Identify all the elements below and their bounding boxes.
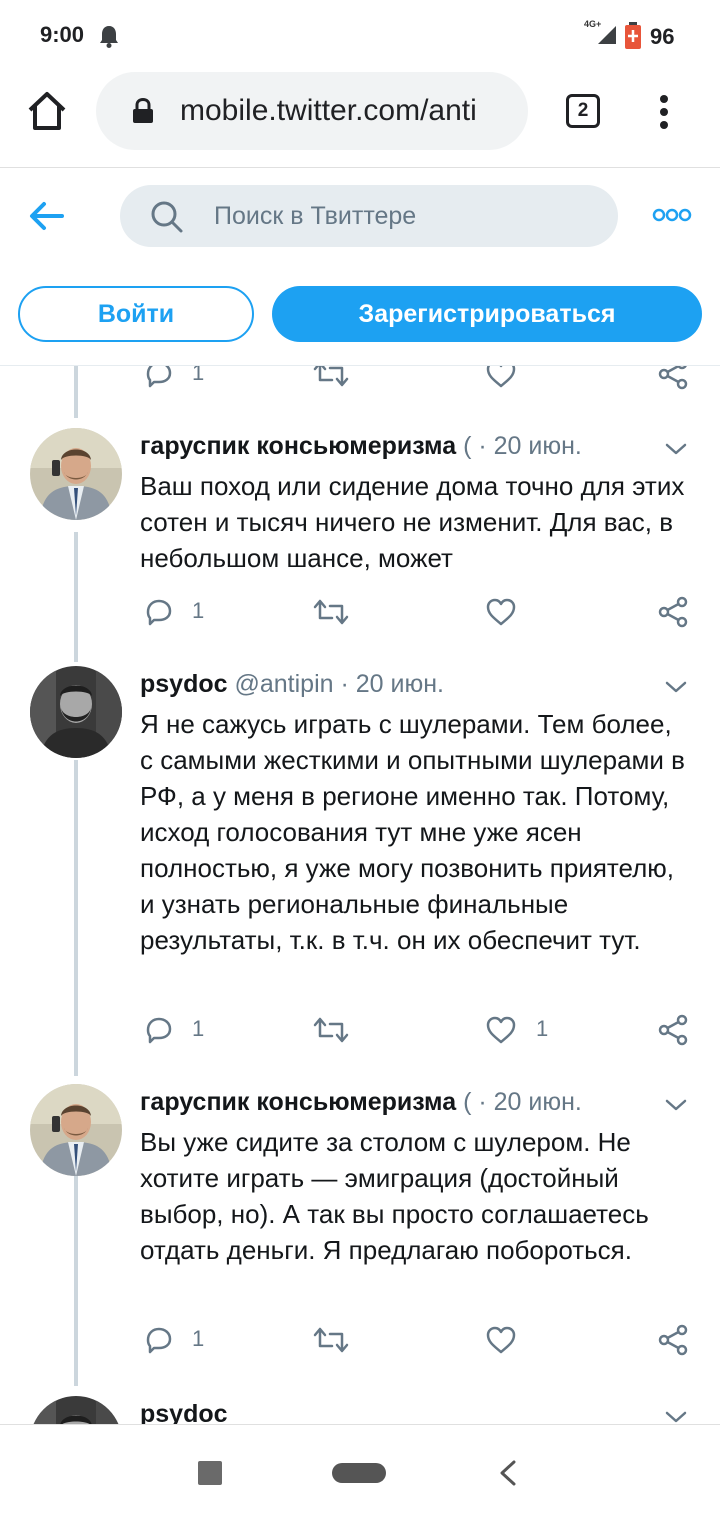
share-icon[interactable]: [656, 366, 690, 390]
search-placeholder: Поиск в Твиттере: [214, 202, 417, 230]
reply-icon[interactable]: [142, 366, 176, 390]
tweet-actions: 1 1: [0, 1014, 720, 1050]
reply-count: 1: [192, 366, 205, 385]
more-options-icon[interactable]: [652, 206, 692, 224]
like-icon[interactable]: [484, 596, 518, 628]
tweet-header: psydoc @antipin · 20 июн.: [140, 670, 660, 704]
tweet-date[interactable]: 20 июн.: [494, 432, 582, 460]
author-name[interactable]: гаруспик консьюмеризма: [140, 432, 456, 460]
signup-button[interactable]: Зарегистрироваться: [272, 286, 702, 342]
author-name[interactable]: psydoc: [140, 670, 228, 698]
status-bar: 9:00 4G+ 96: [0, 0, 720, 70]
signal-icon: [598, 26, 616, 44]
home-gesture-button[interactable]: [332, 1463, 386, 1483]
reply-count: 1: [192, 598, 205, 623]
twitter-header: Поиск в Твиттере Войти Зарегистрироватьс…: [0, 168, 720, 366]
tweet-actions: 1: [0, 366, 720, 394]
author-name[interactable]: psydoc: [140, 1400, 228, 1424]
share-icon[interactable]: [656, 596, 690, 628]
back-arrow-icon[interactable]: [26, 198, 68, 234]
browser-toolbar: mobile.twitter.com/anti 2: [0, 70, 720, 168]
tweet-actions: 1: [0, 1324, 720, 1360]
author-handle[interactable]: @antipin: [234, 670, 333, 698]
chevron-down-icon[interactable]: [664, 1098, 688, 1112]
author-handle[interactable]: (: [463, 1088, 471, 1116]
chevron-down-icon[interactable]: [664, 442, 688, 456]
tweet-header: psydoc: [140, 1400, 660, 1424]
chevron-down-icon[interactable]: [664, 1410, 688, 1424]
tweet-feed: 1 гаруспик консьюмеризма (· 20 июн. Ваш…: [0, 366, 720, 1424]
battery-icon: [625, 22, 641, 49]
login-button[interactable]: Войти: [18, 286, 254, 342]
like-icon[interactable]: [484, 1324, 518, 1356]
retweet-icon[interactable]: [312, 366, 350, 390]
search-box[interactable]: Поиск в Твиттере: [120, 185, 618, 247]
tweet[interactable]: psydoc @antipin · 20 июн. Я не сажусь иг…: [0, 666, 720, 1070]
notification-bell-icon: [100, 26, 118, 48]
tweet-actions: 1: [0, 596, 720, 632]
search-icon: [151, 201, 183, 233]
tweet[interactable]: psydoc: [0, 1396, 720, 1424]
like-icon[interactable]: [484, 1014, 518, 1046]
like-count: 1: [536, 1016, 549, 1041]
tweet-header: гаруспик консьюмеризма ( · 20 июн.: [140, 1088, 660, 1122]
avatar[interactable]: [30, 666, 122, 758]
separator-dot: ·: [478, 1088, 487, 1116]
tweet-text: Ваш поход или сидение дома точно для эти…: [140, 471, 685, 573]
tweet[interactable]: гаруспик консьюмеризма ( · 20 июн. Ваш п…: [0, 428, 720, 656]
system-back-icon[interactable]: [496, 1459, 520, 1487]
retweet-icon[interactable]: [312, 596, 350, 628]
reply-icon[interactable]: [142, 1324, 176, 1356]
recent-apps-button[interactable]: [198, 1461, 222, 1485]
share-icon[interactable]: [656, 1324, 690, 1356]
retweet-icon[interactable]: [312, 1014, 350, 1046]
tweet-date[interactable]: 20 июн.: [494, 1088, 582, 1116]
home-icon[interactable]: [26, 90, 68, 132]
separator-dot: ·: [340, 670, 349, 698]
lock-icon: [133, 98, 153, 123]
url-text: mobile.twitter.com/anti: [180, 94, 477, 127]
tab-switcher-button[interactable]: 2: [566, 94, 600, 128]
avatar[interactable]: [30, 1084, 122, 1176]
system-navigation-bar: [0, 1424, 720, 1520]
tweet-header: гаруспик консьюмеризма ( · 20 июн.: [140, 432, 660, 466]
address-bar[interactable]: mobile.twitter.com/anti: [96, 72, 528, 150]
share-icon[interactable]: [656, 1014, 690, 1046]
reply-count: 1: [192, 1326, 205, 1351]
tweet[interactable]: гаруспик консьюмеризма ( · 20 июн. Вы уж…: [0, 1084, 720, 1384]
author-name[interactable]: гаруспик консьюмеризма: [140, 1088, 456, 1116]
retweet-icon[interactable]: [312, 1324, 350, 1356]
separator-dot: ·: [478, 432, 487, 460]
tweet-text: Вы уже сидите за столом с шулером. Не хо…: [140, 1127, 649, 1265]
reply-count: 1: [192, 1016, 205, 1041]
battery-percent: 96: [650, 24, 675, 49]
like-icon[interactable]: [484, 366, 518, 390]
tweet-text: Я не сажусь играть с шулерами. Тем более…: [140, 709, 685, 955]
author-handle[interactable]: (: [463, 432, 471, 460]
tweet-date[interactable]: 20 июн.: [356, 670, 444, 698]
avatar[interactable]: [30, 1396, 122, 1424]
reply-icon[interactable]: [142, 596, 176, 628]
browser-menu-icon[interactable]: [652, 94, 676, 130]
avatar[interactable]: [30, 428, 122, 520]
chevron-down-icon[interactable]: [664, 680, 688, 694]
status-time: 9:00: [40, 22, 85, 47]
reply-icon[interactable]: [142, 1014, 176, 1046]
